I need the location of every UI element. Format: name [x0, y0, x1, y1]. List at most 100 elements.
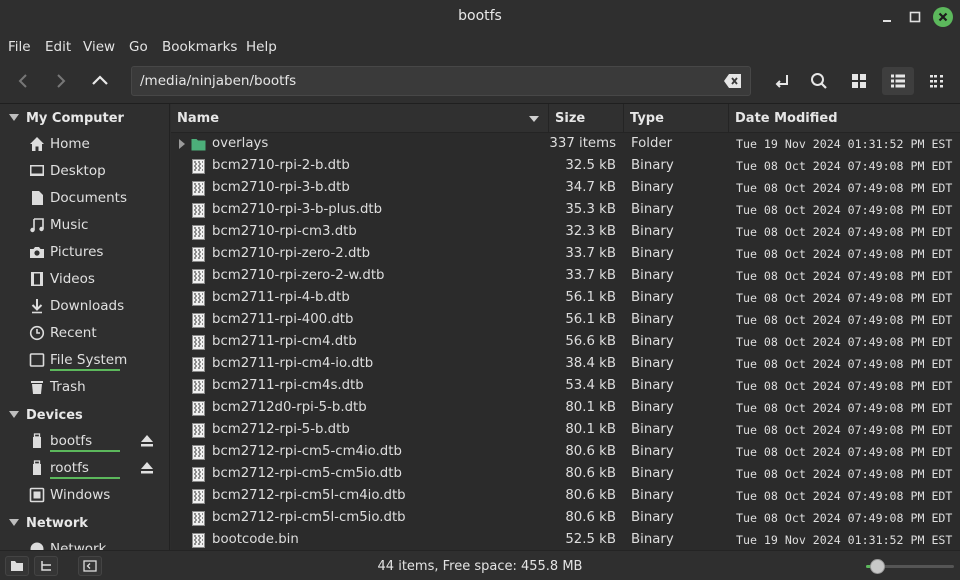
collapse-arrow-icon	[9, 519, 19, 526]
file-row[interactable]: bcm2710-rpi-2-b.dtb 32.5 kB Binary Tue 08 O…	[171, 155, 960, 177]
maximize-button[interactable]	[906, 8, 924, 26]
eject-icon[interactable]	[139, 460, 155, 476]
sidebar-item-downloads[interactable]: Downloads	[0, 293, 169, 319]
sidebar-item-videos[interactable]: Videos	[0, 266, 169, 292]
file-name: bcm2712d0-rpi-5-b.dtb	[212, 400, 367, 415]
list-view-button[interactable]	[882, 67, 914, 95]
search-icon	[811, 73, 827, 89]
file-type: Binary	[631, 224, 674, 239]
file-row[interactable]: bcm2712d0-rpi-5-b.dtb 80.1 kB Binary Tue 08…	[171, 397, 960, 419]
file-row[interactable]: bcm2712-rpi-5-b.dtb 80.1 kB Binary Tue 08 O…	[171, 419, 960, 441]
file-row[interactable]: bcm2712-rpi-cm5l-cm4io.dtb 80.6 kB Binary T…	[171, 485, 960, 507]
file-row[interactable]: bcm2710-rpi-zero-2-w.dtb 33.7 kB Binary Tue…	[171, 265, 960, 287]
toggle-location-button[interactable]	[766, 67, 798, 95]
sidebar-item-label: Trash	[50, 379, 86, 395]
file-row[interactable]: bcm2712-rpi-cm5l-cm5io.dtb 80.6 kB Binary T…	[171, 507, 960, 529]
sidebar-item-home[interactable]: Home	[0, 131, 169, 157]
sidebar-section-devices[interactable]: Devices	[0, 403, 169, 427]
menu-help[interactable]: Help	[246, 39, 277, 55]
sidebar-item-label: rootfs	[50, 460, 89, 476]
column-date-label: Date Modified	[735, 111, 838, 126]
column-name[interactable]: Name	[171, 104, 549, 133]
network-icon	[30, 542, 44, 550]
binary-file-icon	[192, 489, 205, 504]
forward-arrow-icon	[57, 74, 66, 88]
file-name: bcm2712-rpi-cm5-cm4io.dtb	[212, 444, 402, 459]
up-button[interactable]	[85, 67, 115, 95]
sidebar-item-music[interactable]: Music	[0, 212, 169, 238]
zoom-slider[interactable]	[866, 559, 954, 574]
binary-file-icon	[192, 181, 205, 196]
clear-path-button[interactable]	[724, 73, 742, 89]
sidebar-item-rootfs[interactable]: rootfs	[0, 455, 169, 481]
menu-edit[interactable]: Edit	[45, 39, 71, 55]
minimize-button[interactable]	[878, 8, 896, 26]
file-row[interactable]: bcm2710-rpi-cm3.dtb 32.3 kB Binary Tue 08 O…	[171, 221, 960, 243]
menu-view[interactable]: View	[83, 39, 115, 55]
sidebar-item-recent[interactable]: Recent	[0, 320, 169, 346]
file-row[interactable]: bcm2710-rpi-3-b.dtb 34.7 kB Binary Tue 08 O…	[171, 177, 960, 199]
file-row[interactable]: bcm2712-rpi-cm5-cm4io.dtb 80.6 kB Binary Tu…	[171, 441, 960, 463]
path-input[interactable]	[140, 72, 700, 90]
sort-descending-icon	[529, 116, 539, 122]
file-row[interactable]: bootcode.bin 52.5 kB Binary Tue 19 Nov 2024…	[171, 529, 960, 550]
file-row[interactable]: bcm2710-rpi-3-b-plus.dtb 35.3 kB Binary Tue…	[171, 199, 960, 221]
sidebar-item-file-system[interactable]: File System	[0, 347, 169, 373]
column-type[interactable]: Type	[624, 104, 729, 133]
file-size: 38.4 kB	[565, 356, 616, 371]
file-size: 56.6 kB	[565, 334, 616, 349]
file-row[interactable]: bcm2711-rpi-cm4-io.dtb 38.4 kB Binary Tue 0…	[171, 353, 960, 375]
location-bar[interactable]	[131, 66, 751, 96]
menu-go[interactable]: Go	[129, 39, 148, 55]
file-name: overlays	[212, 136, 269, 151]
sidebar-section-network[interactable]: Network	[0, 511, 169, 535]
forward-button[interactable]	[46, 67, 76, 95]
file-type: Binary	[631, 400, 674, 415]
compact-view-button[interactable]	[921, 67, 953, 95]
menu-bookmarks[interactable]: Bookmarks	[162, 39, 237, 55]
sidebar-item-documents[interactable]: Documents	[0, 185, 169, 211]
file-row[interactable]: bcm2711-rpi-cm4s.dtb 53.4 kB Binary Tue 08 …	[171, 375, 960, 397]
sidebar-item-network[interactable]: Network	[0, 536, 169, 550]
column-header-row: Name Size Type Date Modified	[171, 104, 960, 133]
file-type: Binary	[631, 290, 674, 305]
sidebar-item-bootfs[interactable]: bootfs	[0, 428, 169, 454]
folder-row[interactable]: overlays 337 items Folder Tue 19 Nov 2024 0…	[171, 133, 960, 155]
file-name: bcm2710-rpi-3-b-plus.dtb	[212, 202, 383, 217]
file-type: Binary	[631, 268, 674, 283]
sidebar-item-desktop[interactable]: Desktop	[0, 158, 169, 184]
file-row[interactable]: bcm2711-rpi-cm4.dtb 56.6 kB Binary Tue 08 O…	[171, 331, 960, 353]
file-row[interactable]: bcm2712-rpi-cm5-cm5io.dtb 80.6 kB Binary Tu…	[171, 463, 960, 485]
menu-file[interactable]: File	[8, 39, 31, 55]
back-button[interactable]	[8, 67, 38, 95]
file-size: 80.6 kB	[565, 444, 616, 459]
close-button[interactable]	[933, 7, 953, 27]
eject-icon[interactable]	[139, 433, 155, 449]
compact-view-icon	[930, 75, 943, 88]
column-date-modified[interactable]: Date Modified	[729, 104, 960, 133]
file-name: bcm2710-rpi-3-b.dtb	[212, 180, 350, 195]
usage-bar	[50, 369, 120, 371]
file-name: bcm2711-rpi-cm4-io.dtb	[212, 356, 374, 371]
film-icon	[31, 272, 43, 286]
sidebar-item-trash[interactable]: Trash	[0, 374, 169, 400]
icon-view-button[interactable]	[843, 67, 875, 95]
file-type: Binary	[631, 422, 674, 437]
expand-arrow-icon[interactable]	[179, 139, 185, 149]
column-size[interactable]: Size	[549, 104, 624, 133]
sidebar-item-label: Downloads	[50, 298, 125, 314]
sidebar-item-windows[interactable]: Windows	[0, 482, 169, 508]
file-name: bcm2712-rpi-cm5l-cm4io.dtb	[212, 488, 406, 503]
file-row[interactable]: bcm2711-rpi-4-b.dtb 56.1 kB Binary Tue 08 O…	[171, 287, 960, 309]
zoom-slider-handle[interactable]	[869, 559, 885, 574]
section-title: Network	[26, 516, 88, 531]
sidebar-item-pictures[interactable]: Pictures	[0, 239, 169, 265]
file-row[interactable]: bcm2711-rpi-400.dtb 56.1 kB Binary Tue 08 O…	[171, 309, 960, 331]
search-button[interactable]	[803, 67, 835, 95]
file-row[interactable]: bcm2710-rpi-zero-2.dtb 33.7 kB Binary Tue 0…	[171, 243, 960, 265]
file-type: Binary	[631, 510, 674, 525]
sidebar-section-my-computer[interactable]: My Computer	[0, 106, 169, 130]
file-date-modified: Tue 08 Oct 2024 07:49:08 PM EDT	[736, 467, 953, 481]
home-icon	[30, 137, 44, 151]
file-date-modified: Tue 08 Oct 2024 07:49:08 PM EDT	[736, 335, 953, 349]
